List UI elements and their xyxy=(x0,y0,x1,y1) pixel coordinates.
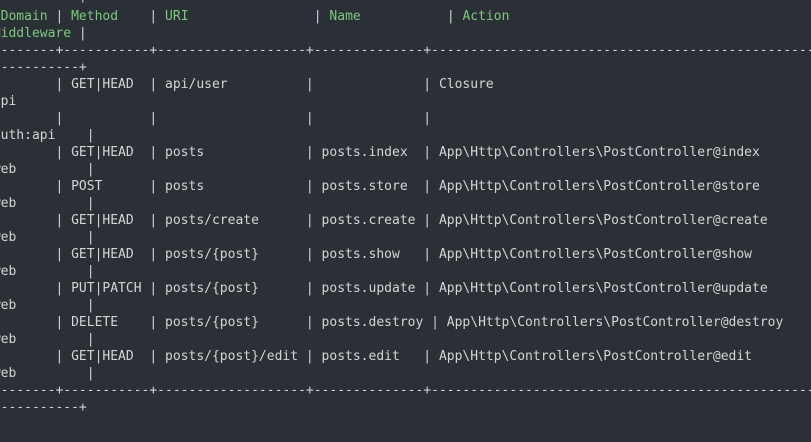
table-row-line: web | xyxy=(0,264,95,279)
column-header: Action xyxy=(462,9,510,24)
table-row-line: | | GET|HEAD | posts/{post} | posts.show… xyxy=(0,247,753,262)
table-separator: | xyxy=(141,9,166,24)
column-header: URI xyxy=(165,9,306,24)
table-row-line: | | | | | xyxy=(0,111,432,126)
table-row-line: | | POST | posts | posts.store | App\Htt… xyxy=(0,179,760,194)
column-header: Name xyxy=(329,9,439,24)
table-separator: | xyxy=(47,9,72,24)
column-header: Middleware xyxy=(0,26,72,41)
table-header-line: Middleware | xyxy=(0,25,811,42)
table-row-line: | | PUT|PATCH | posts/{post} | posts.upd… xyxy=(0,281,768,296)
table-separator: | xyxy=(439,9,463,24)
table-border-line: +-----------+ xyxy=(0,400,87,415)
table-row-line: | | GET|HEAD | posts/{post}/edit | posts… xyxy=(0,349,753,364)
table-row-line: | | GET|HEAD | posts/create | posts.crea… xyxy=(0,213,768,228)
table-row-line: | | GET|HEAD | posts | posts.index | App… xyxy=(0,145,760,160)
terminal-window[interactable]: +-----------+| Domain | Method | URI | N… xyxy=(0,0,811,442)
table-row-line: web | xyxy=(0,298,95,313)
table-row-line: web | xyxy=(0,230,95,245)
table-row-line: web | xyxy=(0,196,95,211)
table-row-line: web | xyxy=(0,332,95,347)
table-header-line: | Domain | Method | URI | Name | Action xyxy=(0,8,811,25)
table-row-line: api xyxy=(0,94,17,109)
table-row-line: web | xyxy=(0,162,95,177)
table-border-line: +--------+-----------+------------------… xyxy=(0,43,811,58)
table-border-line: +--------+-----------+------------------… xyxy=(0,383,811,398)
table-row-line: | | GET|HEAD | api/user | | Closure xyxy=(0,77,494,92)
column-header: Domain xyxy=(0,9,48,24)
table-row-line: auth:api | xyxy=(0,128,95,143)
table-row-line: web | xyxy=(0,366,95,381)
table-border-line: +-----------+ xyxy=(0,60,87,75)
table-separator: | xyxy=(305,9,330,24)
table-separator: | xyxy=(71,26,87,41)
terminal-output: +-----------+| Domain | Method | URI | N… xyxy=(0,0,811,416)
table-border-line: +-----------+ xyxy=(0,0,811,8)
table-row-line: | | DELETE | posts/{post} | posts.destro… xyxy=(0,315,784,330)
column-header: Method xyxy=(71,9,142,24)
